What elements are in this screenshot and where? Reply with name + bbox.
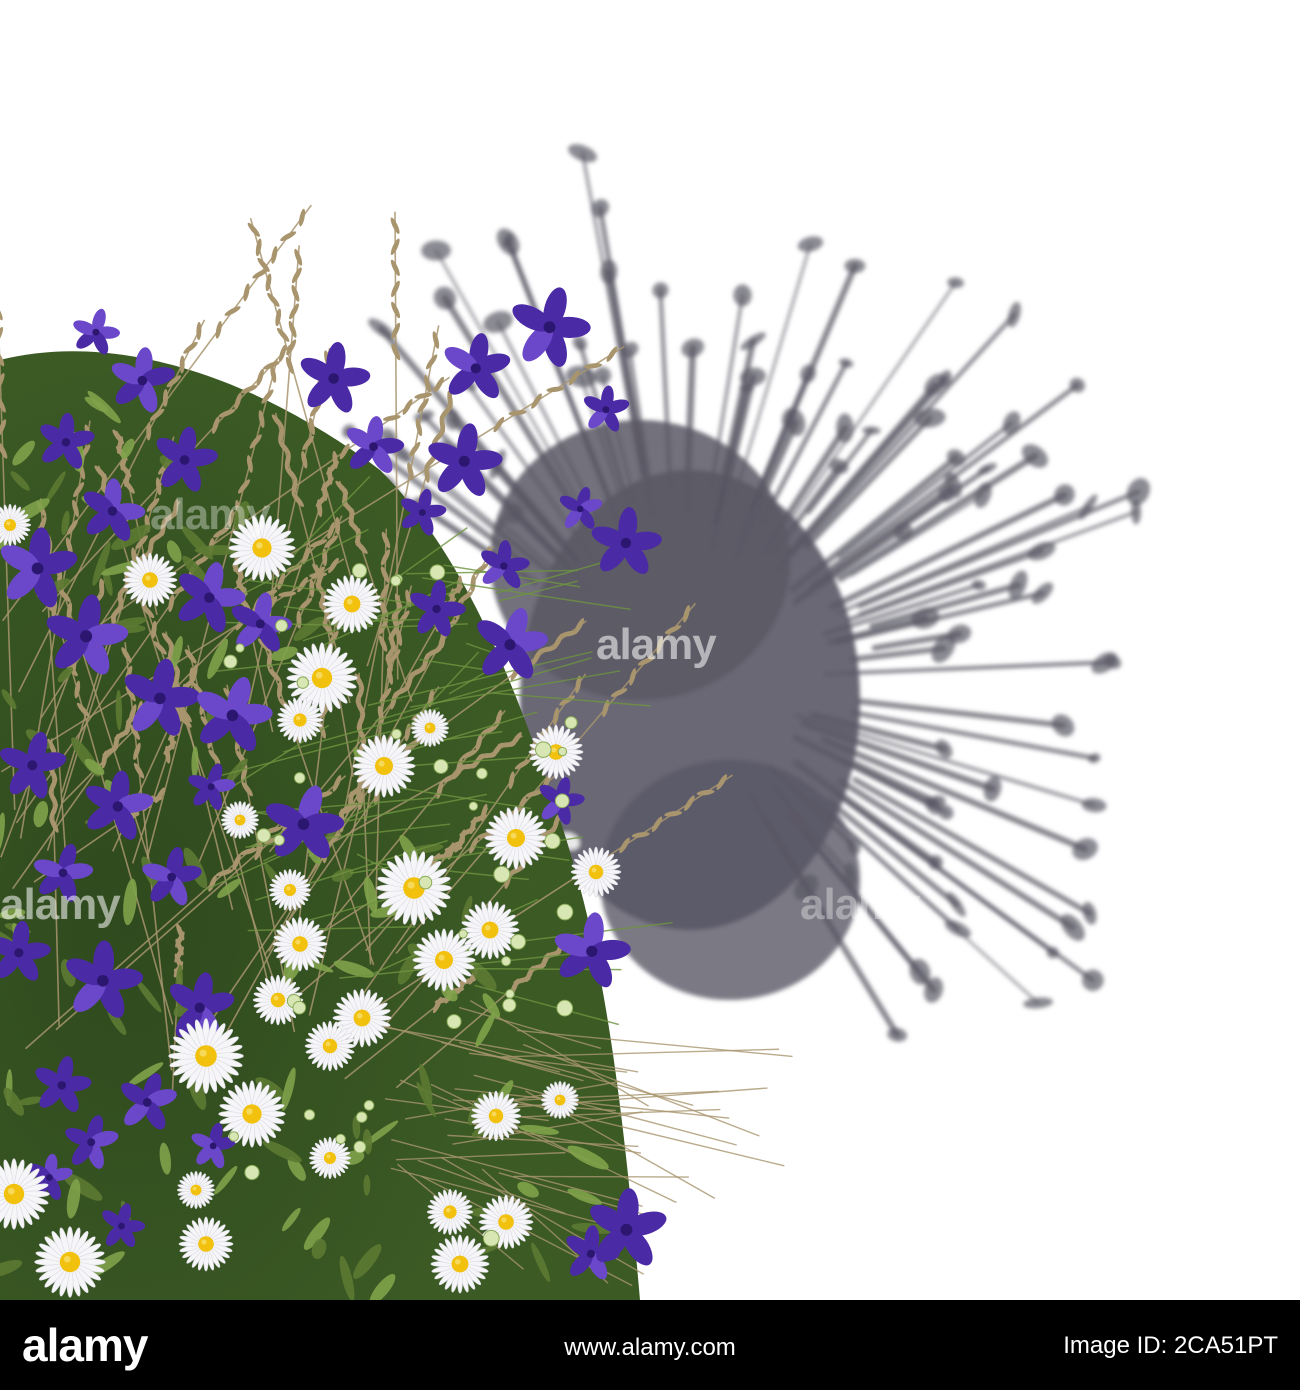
daisy-flower xyxy=(268,868,312,912)
daisy-flower xyxy=(220,800,260,840)
image-id: Image ID: 2CA51PT xyxy=(1063,1332,1278,1359)
watermark-top: alamy xyxy=(150,490,271,539)
daisy-flower xyxy=(376,850,452,926)
daisy-flower xyxy=(460,900,520,960)
daisy-flower xyxy=(570,846,622,898)
daisy-flower xyxy=(484,806,548,870)
daisy-flower xyxy=(304,1020,356,1072)
daisy-flower xyxy=(410,708,450,748)
daisy-flower xyxy=(276,696,324,744)
daisy-flower xyxy=(122,552,178,608)
watermark-center: alamy xyxy=(596,620,717,669)
daisy-flower xyxy=(322,574,382,634)
daisy-flower xyxy=(176,1170,216,1210)
daisy-flower xyxy=(430,1234,490,1294)
daisy-flower xyxy=(272,916,328,972)
daisy-flower xyxy=(34,1226,106,1298)
daisy-flower xyxy=(352,734,416,798)
delphinium-flower xyxy=(512,287,591,367)
watermark-right: alamy xyxy=(800,880,921,929)
daisy-flower xyxy=(426,1188,474,1236)
watermark-left: alamy xyxy=(0,880,121,929)
daisy-flower xyxy=(168,1018,244,1094)
delphinium-flower xyxy=(300,342,371,413)
daisy-flower xyxy=(412,928,476,992)
delphinium-flower xyxy=(73,308,120,355)
daisy-flower xyxy=(308,1136,352,1180)
daisy-flower xyxy=(540,1080,580,1120)
stock-footer-bar: alamy www.alamy.com Image ID: 2CA51PT xyxy=(0,1300,1300,1390)
daisy-flower xyxy=(178,1216,234,1272)
photo: alamy alamy alamy alamy xyxy=(0,0,1300,1300)
daisy-flower xyxy=(218,1080,286,1148)
daisy-flower xyxy=(470,1090,522,1142)
